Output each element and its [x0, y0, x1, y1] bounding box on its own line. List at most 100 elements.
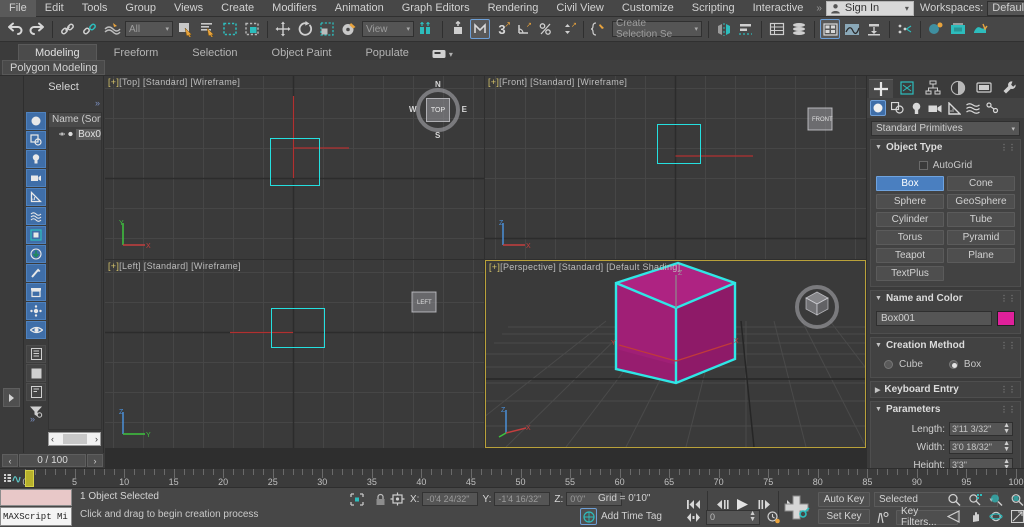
selection-lock-toggle-button[interactable]: [371, 491, 389, 507]
bones-filter-button[interactable]: [26, 264, 46, 282]
spinner-arrows-icon[interactable]: ▲▼: [1003, 423, 1010, 435]
percent-snap-toggle-button[interactable]: [536, 19, 556, 39]
set-key-button[interactable]: Set Key: [818, 509, 870, 524]
frame-spinner-arrows-icon[interactable]: ▲▼: [749, 511, 756, 523]
menu-item-modifiers[interactable]: Modifiers: [263, 0, 326, 17]
scene-explorer-horizontal-scrollbar[interactable]: ‹ ›: [48, 432, 101, 446]
viewport-perspective-plus[interactable]: [+]: [489, 262, 500, 272]
scene-explorer-list[interactable]: Name (Sorted A Box001: [48, 112, 102, 430]
viewport-perspective-label[interactable]: [+][Perspective] [Standard] [Default Sha…: [489, 262, 680, 272]
zoom-button[interactable]: [944, 491, 964, 507]
ribbon-polygon-modeling-button[interactable]: Polygon Modeling: [2, 60, 105, 75]
viewport-top-viewcube[interactable]: TOP N S E W: [410, 82, 466, 138]
viewport-perspective-name[interactable]: [Perspective] [Standard] [Default Shadin…: [500, 262, 680, 272]
angle-snap-toggle-button[interactable]: ↗: [514, 19, 534, 39]
add-time-tag-control[interactable]: Add Time Tag: [580, 508, 662, 525]
scene-explorer-chevron-icon[interactable]: »: [95, 98, 100, 108]
menu-item-customize[interactable]: Customize: [613, 0, 683, 17]
viewport-front-label[interactable]: [+][Front] [Standard] [Wireframe]: [488, 77, 627, 87]
zoom-all-button[interactable]: [965, 491, 985, 507]
viewcube-face[interactable]: TOP: [426, 98, 450, 122]
command-tab-display[interactable]: [972, 79, 996, 98]
object-type-cone-button[interactable]: Cone: [947, 176, 1015, 191]
display-toggle-button[interactable]: [26, 321, 46, 339]
frame-range-label[interactable]: 0 / 100: [19, 454, 86, 467]
object-color-swatch[interactable]: [997, 311, 1015, 326]
autogrid-checkbox[interactable]: [919, 161, 928, 170]
expand-arrow-button[interactable]: [3, 388, 20, 407]
object-type-plane-button[interactable]: Plane: [947, 248, 1015, 263]
redo-button[interactable]: [27, 19, 47, 39]
align-button[interactable]: [736, 19, 756, 39]
render-production-button[interactable]: [970, 19, 990, 39]
coord-x-input[interactable]: -0'4 24/32": [422, 492, 478, 506]
viewport-front[interactable]: [+][Front] [Standard] [Wireframe] FRONT …: [485, 76, 866, 259]
ribbon-tab-modeling[interactable]: Modeling: [18, 44, 97, 60]
menu-item-views[interactable]: Views: [165, 0, 212, 17]
viewcube-icon[interactable]: LEFT: [404, 282, 444, 322]
menu-item-civil-view[interactable]: Civil View: [547, 0, 612, 17]
subtab-systems[interactable]: [984, 100, 1000, 116]
rollout-creation-method-header[interactable]: ▼ Creation Method ⋮⋮: [871, 338, 1020, 353]
timeline-current-frame-slider[interactable]: [25, 470, 34, 487]
menu-item-animation[interactable]: Animation: [326, 0, 393, 17]
eye-icon[interactable]: [59, 130, 65, 138]
rollout-object-type-header[interactable]: ▼ Object Type ⋮⋮: [871, 140, 1020, 155]
panel-button[interactable]: [26, 364, 46, 382]
menu-item-group[interactable]: Group: [116, 0, 165, 17]
object-type-textplus-button[interactable]: TextPlus: [876, 266, 944, 281]
unlink-selection-button[interactable]: [80, 19, 100, 39]
object-name-input[interactable]: Box001: [876, 311, 992, 326]
sign-in-button[interactable]: Sign In ▾: [826, 1, 914, 16]
command-tab-create[interactable]: [869, 79, 893, 98]
object-type-sphere-button[interactable]: Sphere: [876, 194, 944, 209]
viewport-left-name[interactable]: [Left] [Standard] [Wireframe]: [119, 261, 241, 271]
command-tab-hierarchy[interactable]: [921, 79, 945, 98]
ribbon-tab-object-paint[interactable]: Object Paint: [255, 44, 349, 60]
mirror-button[interactable]: [714, 19, 734, 39]
maxscript-listener-swatch[interactable]: [0, 489, 72, 506]
sign-in-chevron-down-icon[interactable]: ▾: [905, 4, 909, 13]
curve-editor-button[interactable]: [842, 19, 862, 39]
use-center-button[interactable]: [417, 19, 437, 39]
frame-range-next-button[interactable]: ›: [87, 454, 103, 467]
bind-to-space-warp-button[interactable]: [102, 19, 122, 39]
particle-view-button[interactable]: [895, 19, 915, 39]
viewport-left-label[interactable]: [+][Left] [Standard] [Wireframe]: [108, 261, 241, 271]
current-frame-input[interactable]: 0 ▲▼: [706, 510, 760, 525]
select-and-scale-button[interactable]: [317, 19, 337, 39]
frame-range-prev-button[interactable]: ‹: [2, 454, 18, 467]
scene-explorer-item-name[interactable]: Box001: [76, 129, 101, 140]
select-and-link-button[interactable]: [58, 19, 78, 39]
menu-item-rendering[interactable]: Rendering: [479, 0, 548, 17]
window-crossing-toggle-button[interactable]: [242, 19, 262, 39]
named-selection-sets-button[interactable]: [589, 19, 609, 39]
workspace-select[interactable]: Default ▾: [987, 1, 1024, 16]
object-type-tube-button[interactable]: Tube: [947, 212, 1015, 227]
cameras-filter-button[interactable]: [26, 169, 46, 187]
reference-coordinate-system-select[interactable]: View ▾: [362, 21, 414, 37]
render-setup-button[interactable]: [948, 19, 968, 39]
select-and-rotate-button[interactable]: [295, 19, 315, 39]
ribbon-tab-populate[interactable]: Populate: [348, 44, 425, 60]
viewcube-icon[interactable]: FRONT: [800, 98, 840, 138]
creation-method-cube-radio[interactable]: [884, 360, 893, 369]
menu-item-file[interactable]: File: [0, 0, 36, 17]
viewport-front-plus[interactable]: [+]: [488, 77, 499, 87]
scrollbar-thumb[interactable]: [63, 434, 87, 444]
select-object-button[interactable]: [176, 19, 196, 39]
viewport-left-plus[interactable]: [+]: [108, 261, 119, 271]
viewport-perspective[interactable]: Z Y X [+][Perspective] [Standard] [Defau…: [485, 260, 866, 448]
coord-y-input[interactable]: -1'4 16/32": [494, 492, 550, 506]
geometry-filter-button[interactable]: [26, 112, 46, 130]
rollout-keyboard-entry-header[interactable]: ▶ Keyboard Entry ⋮⋮: [871, 382, 1020, 397]
scene-explorer-chevron-left-icon[interactable]: »: [30, 414, 35, 424]
scene-explorer-column-header[interactable]: Name (Sorted A: [49, 113, 101, 127]
object-type-box-button[interactable]: Box: [876, 176, 944, 191]
parameter-length-input[interactable]: 3'11 3/32" ▲▼: [949, 422, 1013, 436]
pan-view-button[interactable]: [965, 508, 985, 524]
menu-item-graph-editors[interactable]: Graph Editors: [393, 0, 479, 17]
object-type-geosphere-button[interactable]: GeoSphere: [947, 194, 1015, 209]
auto-key-button[interactable]: Auto Key: [818, 492, 870, 507]
subtab-lights[interactable]: [908, 100, 924, 116]
